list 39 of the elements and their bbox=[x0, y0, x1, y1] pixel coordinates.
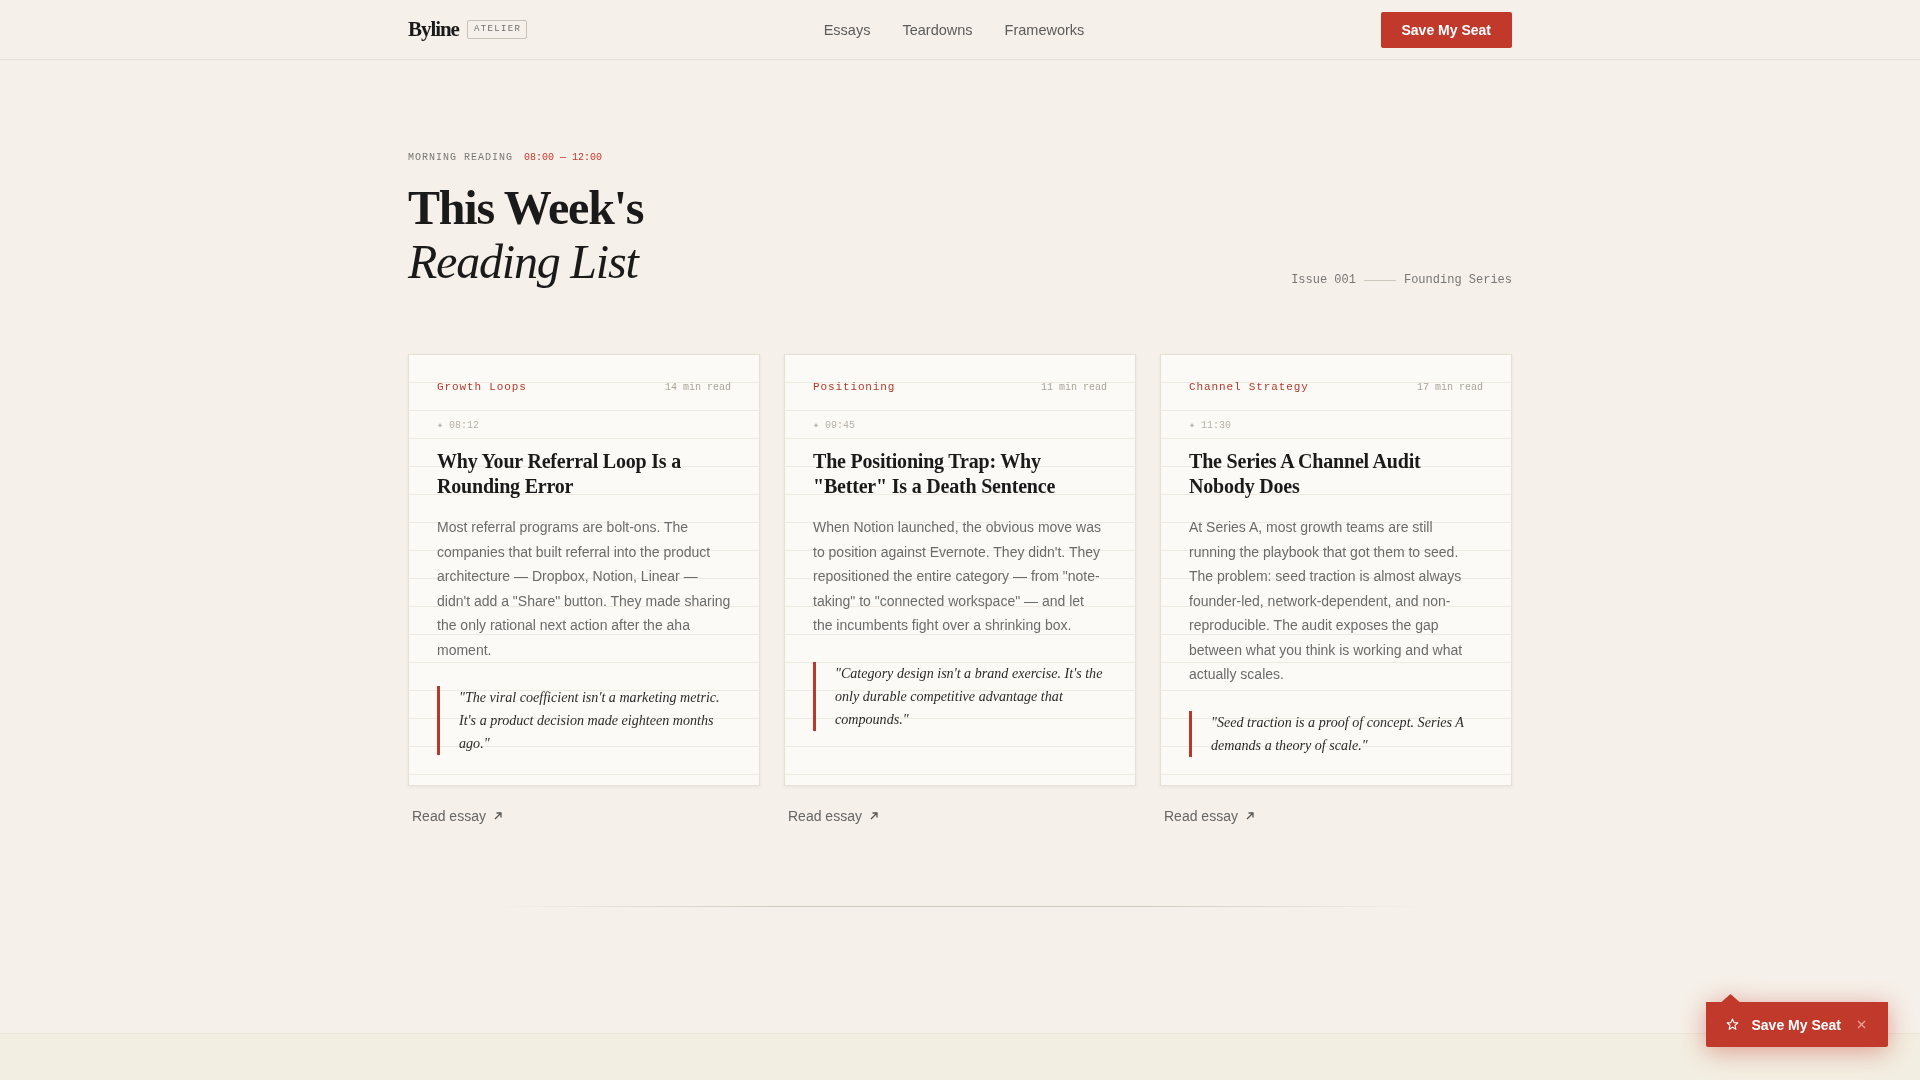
brand-tag: ATELIER bbox=[466, 20, 528, 39]
essay-excerpt: Most referral programs are bolt-ons. The companies that built referral into the product architecture — Dropbox, Notion, Linear — didn't add a "Share" button. They made sharing the only rational next action after the aha moment. bbox=[437, 518, 731, 660]
page-title-line: Reading List bbox=[408, 235, 638, 289]
read-essay-link[interactable]: Read essay bbox=[1164, 805, 1254, 826]
pull-quote: "Seed traction is a proof of concept. Series A demands a theory of scale." bbox=[1189, 710, 1483, 757]
logo[interactable]: Byline bbox=[408, 17, 459, 42]
arrow-up-right-icon bbox=[869, 811, 878, 820]
essay-title: Why Your Referral Loop Is a Rounding Error bbox=[437, 449, 683, 499]
nav-link[interactable]: Essays bbox=[823, 21, 871, 38]
save-seat-button[interactable]: Save My Seat bbox=[1380, 11, 1512, 48]
read-essay-link[interactable]: Read essay bbox=[788, 805, 878, 826]
pull-quote: "Category design isn't a brand exercise. It's the only durable competitive advantage that compounds." bbox=[813, 661, 1107, 731]
timestamp: ✦ 09:45 bbox=[813, 420, 856, 431]
series-label: Founding Series bbox=[1403, 272, 1512, 289]
floating-save-seat-button[interactable]: Save My Seat bbox=[1705, 994, 1888, 1047]
nav-link[interactable]: Frameworks bbox=[1004, 21, 1085, 38]
category-label: Channel Strategy bbox=[1189, 380, 1309, 395]
star-icon bbox=[1725, 1018, 1739, 1031]
pull-quote: "The viral coefficient isn't a marketing metric. It's a product decision made eighteen months ago." bbox=[437, 686, 731, 755]
read-time: 14 min read bbox=[665, 381, 731, 395]
timestamp: ✦ 11:30 bbox=[1189, 420, 1232, 431]
essay-title: The Positioning Trap: Why "Better" Is a Death Sentence bbox=[813, 449, 1057, 499]
essay-title: The Series A Channel Audit Nobody Does bbox=[1189, 449, 1422, 499]
arrow-up-right-icon bbox=[1245, 811, 1254, 820]
close-icon[interactable] bbox=[1857, 1020, 1866, 1029]
time-range: 08:00 — 12:00 bbox=[524, 151, 603, 165]
page-title-line: This Week's bbox=[408, 181, 644, 235]
arrow-up-right-icon bbox=[493, 811, 502, 820]
nav-link[interactable]: Teardowns bbox=[902, 21, 973, 38]
timestamp: ✦ 08:12 bbox=[437, 420, 480, 431]
read-essay-link[interactable]: Read essay bbox=[412, 805, 502, 826]
issue-label: Issue 001 bbox=[1291, 272, 1356, 289]
read-time: 17 min read bbox=[1417, 381, 1483, 395]
category-label: Positioning bbox=[813, 380, 896, 395]
read-time: 11 min read bbox=[1041, 381, 1107, 395]
essay-excerpt: When Notion launched, the obvious move was to position against Evernote. They didn't. They repositioned the entire category — from "note-taking" to "connected workspace" — and let the incumbents fight over a shrinking box. bbox=[813, 518, 1102, 635]
category-label: Growth Loops bbox=[437, 380, 527, 395]
essay-excerpt: At Series A, most growth teams are still running the playbook that got them to seed. The problem: seed traction is almost always founder-led, network-dependent, and non-reproducible. The audit exposes the gap between what you think is working and what actually scales. bbox=[1189, 518, 1464, 684]
section-eyebrow: MORNING READING bbox=[408, 151, 513, 165]
